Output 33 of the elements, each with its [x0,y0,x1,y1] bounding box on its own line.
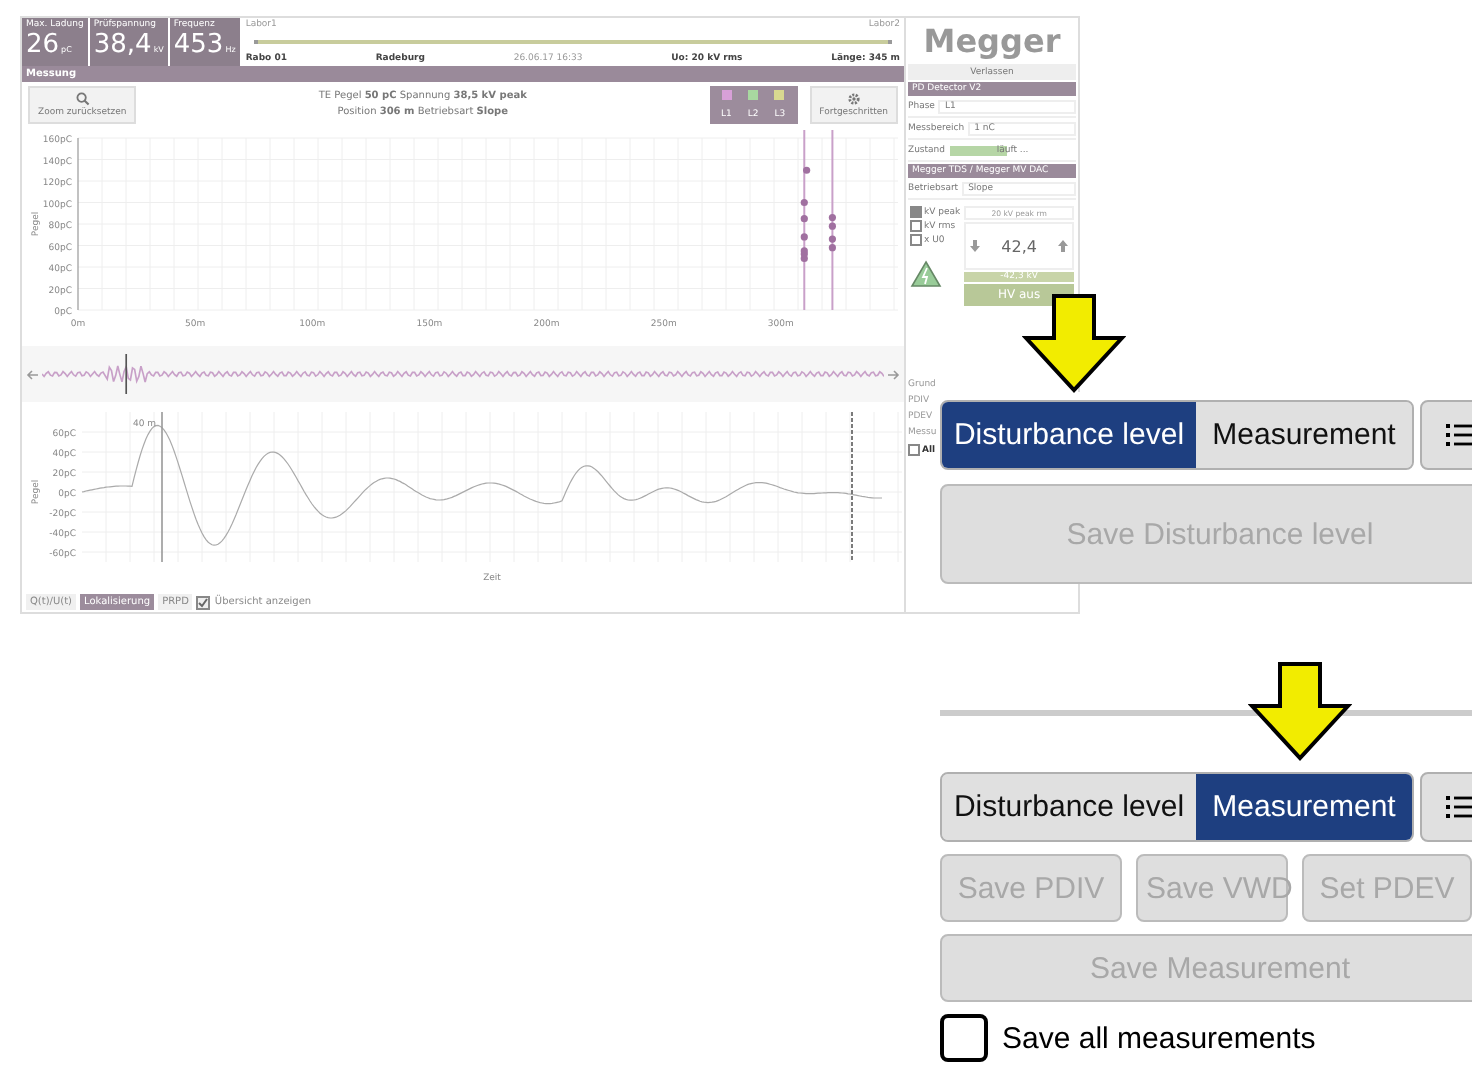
high-voltage-warning-icon [910,260,942,288]
metric-value: 38,4 [93,30,152,60]
list-icon [1445,794,1471,820]
voltage-value: 42,4 [1001,237,1037,255]
unit-checkbox[interactable] [910,234,922,246]
checkbox-label: Save all measurements [1002,1021,1316,1055]
cursor-line[interactable] [831,129,834,311]
overview-checkbox[interactable] [196,595,211,609]
logo: Megger [921,20,1063,62]
search-icon [75,91,90,105]
arrow-up-icon[interactable] [1057,240,1068,252]
all-checkbox[interactable] [908,444,920,456]
data-point [800,215,808,223]
unit-checkbox[interactable] [910,220,922,232]
arrow-right-icon[interactable] [888,369,900,379]
save-all-checkbox[interactable] [940,1014,988,1062]
arrow-down-icon[interactable] [970,240,981,252]
list-icon [1445,422,1471,448]
metric-value: 453 [173,30,224,60]
gear-icon [845,91,862,105]
mode-tab[interactable]: Measurement [1196,774,1412,840]
data-point [800,198,808,207]
data-point [803,166,811,174]
cursor-line[interactable] [803,129,806,311]
down-arrow-icon [1248,662,1352,762]
data-point [800,233,808,241]
marker-line[interactable] [161,411,163,563]
down-arrow-icon [1022,294,1126,394]
unit-checkbox[interactable] [910,206,922,218]
cursor-line[interactable] [851,411,853,563]
mode-tab[interactable]: Disturbance level [942,402,1196,468]
metric-value: 26 [26,30,60,60]
arrow-left-icon[interactable] [26,369,38,379]
